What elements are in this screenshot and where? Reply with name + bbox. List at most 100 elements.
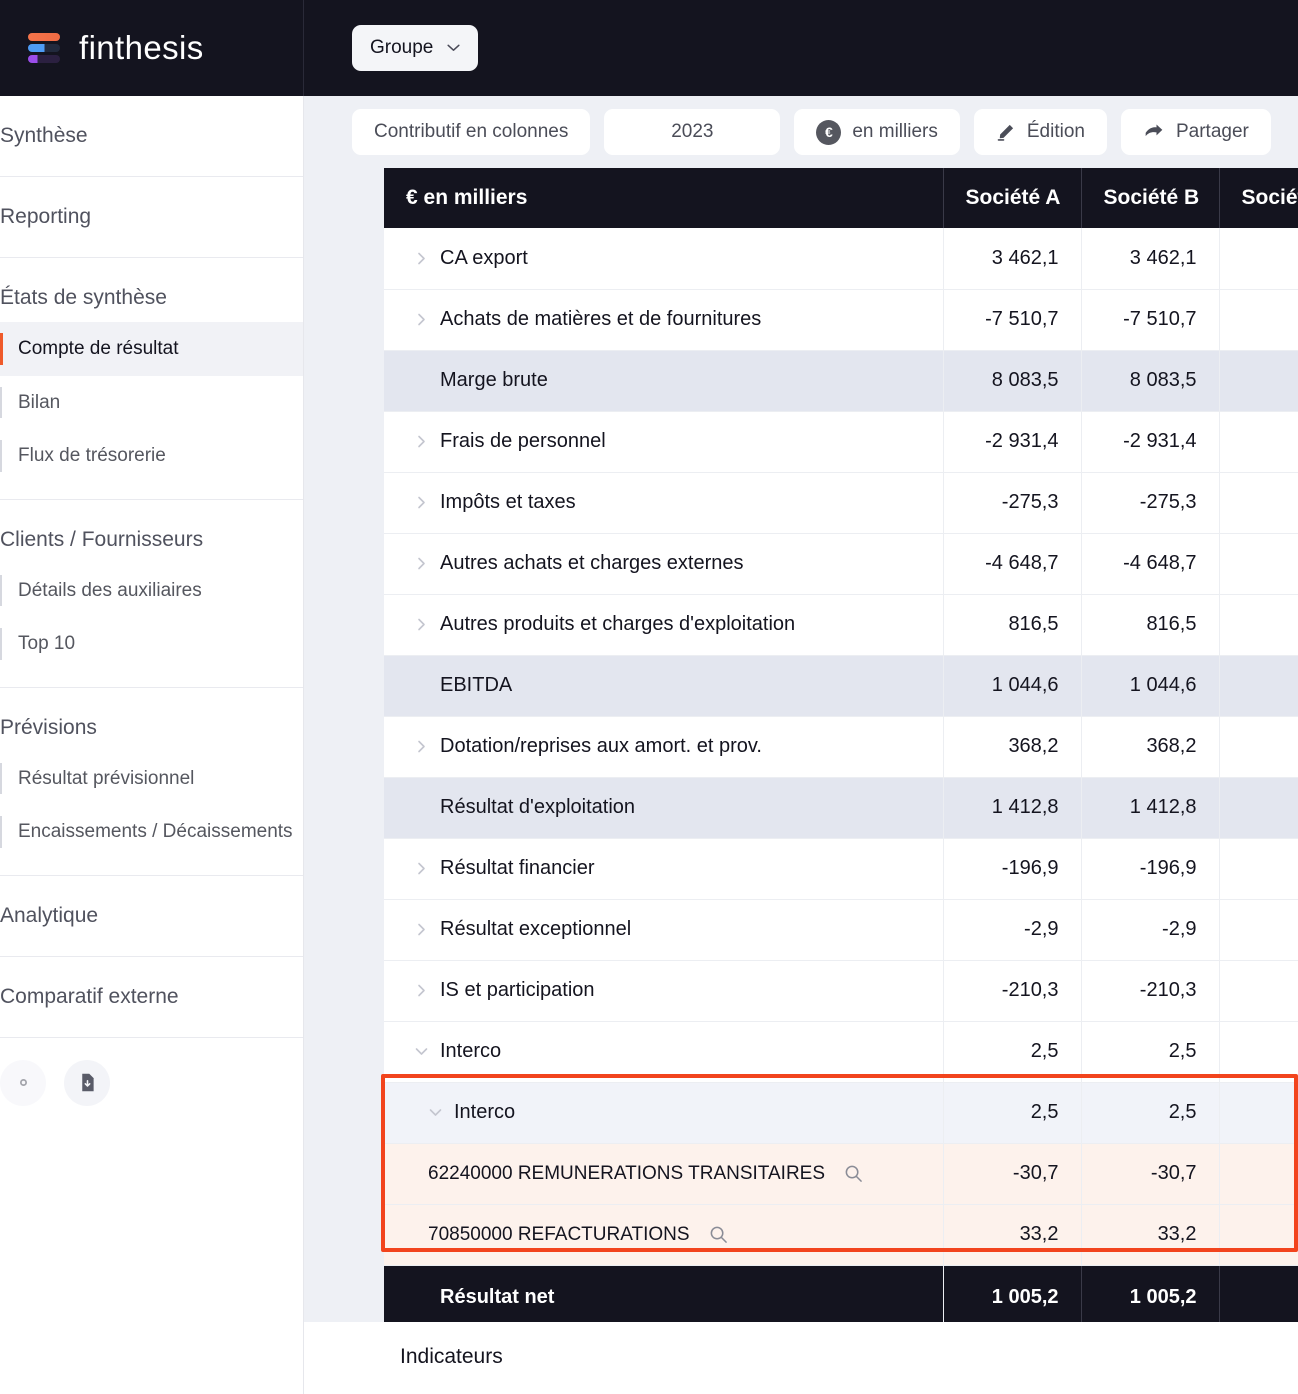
cell-societe-c bbox=[1219, 1082, 1298, 1144]
search-icon[interactable] bbox=[709, 1225, 728, 1244]
view-mode-button[interactable]: Contributif en colonnes bbox=[352, 109, 591, 155]
share-button[interactable]: Partager bbox=[1120, 109, 1271, 155]
sidebar-item-reporting[interactable]: Reporting bbox=[0, 191, 303, 241]
share-label: Partager bbox=[1175, 121, 1249, 142]
row-label-cell: Résultat financier bbox=[384, 838, 944, 900]
chevron-down-icon[interactable] bbox=[420, 1106, 450, 1119]
cell-societe-a: 1 044,6 bbox=[943, 655, 1082, 717]
sidebar-item-encaissements-decaissements[interactable]: Encaissements / Décaissements bbox=[0, 805, 303, 859]
cell-societe-c bbox=[1219, 899, 1298, 961]
row-label-cell: Dotation/reprises aux amort. et prov. bbox=[384, 716, 944, 778]
row-label-cell: 62240000 REMUNERATIONS TRANSITAIRES bbox=[384, 1143, 944, 1205]
report-toolbar: Contributif en colonnes 2023 € en millie… bbox=[304, 96, 1298, 168]
scope-selector[interactable]: Groupe bbox=[352, 25, 479, 71]
chevron-right-icon[interactable] bbox=[406, 557, 436, 570]
row-label: Interco bbox=[454, 1101, 516, 1123]
column-header-societe-c: Société bbox=[1219, 168, 1298, 228]
financial-table-container: € en milliers Société A Société B Sociét… bbox=[384, 168, 1298, 1329]
top-bar: finthesis Groupe bbox=[0, 0, 1298, 96]
table-row[interactable]: Achats de matières et de fournitures -7 … bbox=[384, 289, 1298, 351]
cell-societe-a: -4 648,7 bbox=[943, 533, 1082, 595]
table-row-total[interactable]: Résultat net 1 005,2 1 005,2 bbox=[384, 1265, 1298, 1329]
cell-societe-c bbox=[1219, 960, 1298, 1022]
table-row-subtotal[interactable]: EBITDA 1 044,6 1 044,6 bbox=[384, 655, 1298, 717]
cell-societe-c bbox=[1219, 411, 1298, 473]
cell-societe-b: 3 462,1 bbox=[1081, 228, 1220, 290]
table-header-row: € en milliers Société A Société B Sociét… bbox=[384, 168, 1298, 228]
chevron-right-icon[interactable] bbox=[406, 618, 436, 631]
main-content: Contributif en colonnes 2023 € en millie… bbox=[304, 96, 1298, 1394]
cell-societe-a: 2,5 bbox=[943, 1021, 1082, 1083]
row-label-cell: Frais de personnel bbox=[384, 411, 944, 473]
cell-societe-c bbox=[1219, 1204, 1298, 1266]
row-label-cell: Résultat net bbox=[384, 1265, 944, 1329]
table-row-subtotal[interactable]: Marge brute 8 083,5 8 083,5 bbox=[384, 350, 1298, 412]
year-button[interactable]: 2023 bbox=[604, 109, 781, 155]
row-label-cell: Résultat d'exploitation bbox=[384, 777, 944, 839]
table-row[interactable]: Résultat exceptionnel -2,9 -2,9 bbox=[384, 899, 1298, 961]
file-download-button[interactable] bbox=[64, 1059, 110, 1106]
cell-societe-b: 1 412,8 bbox=[1081, 777, 1220, 839]
row-label-cell: IS et participation bbox=[384, 960, 944, 1022]
sidebar-content: Synthèse Reporting États de synthèse Com… bbox=[0, 96, 303, 1128]
table-row[interactable]: Autres achats et charges externes -4 648… bbox=[384, 533, 1298, 595]
cell-societe-a: 8 083,5 bbox=[943, 350, 1082, 412]
table-row[interactable]: IS et participation -210,3 -210,3 bbox=[384, 960, 1298, 1022]
table-row-account[interactable]: 70850000 REFACTURATIONS 33,2 33,2 bbox=[384, 1204, 1298, 1266]
table-row[interactable]: Frais de personnel -2 931,4 -2 931,4 bbox=[384, 411, 1298, 473]
financial-table: € en milliers Société A Société B Sociét… bbox=[384, 168, 1298, 1329]
table-row-interco-sub[interactable]: Interco 2,5 2,5 bbox=[384, 1082, 1298, 1144]
sidebar-item-compte-de-resultat[interactable]: Compte de résultat bbox=[0, 322, 303, 376]
row-label-cell: EBITDA bbox=[384, 655, 944, 717]
row-label: Frais de personnel bbox=[440, 430, 606, 452]
nav-group-previsions: Prévisions Résultat prévisionnel Encaiss… bbox=[0, 688, 303, 876]
cell-societe-b: -275,3 bbox=[1081, 472, 1220, 534]
nav-group-etats-de-synthese: États de synthèse Compte de résultat Bil… bbox=[0, 258, 303, 500]
sidebar-item-analytique[interactable]: Analytique bbox=[0, 890, 303, 940]
chevron-right-icon[interactable] bbox=[406, 740, 436, 753]
search-icon[interactable] bbox=[844, 1164, 863, 1183]
chevron-right-icon[interactable] bbox=[406, 435, 436, 448]
cell-societe-b: -196,9 bbox=[1081, 838, 1220, 900]
cell-societe-c bbox=[1219, 472, 1298, 534]
chevron-right-icon[interactable] bbox=[406, 923, 436, 936]
chevron-right-icon[interactable] bbox=[406, 984, 436, 997]
table-row-subtotal[interactable]: Résultat d'exploitation 1 412,8 1 412,8 bbox=[384, 777, 1298, 839]
cell-societe-a: 33,2 bbox=[943, 1204, 1082, 1266]
sidebar-item-details-des-auxiliaires[interactable]: Détails des auxiliaires bbox=[0, 564, 303, 618]
chevron-right-icon[interactable] bbox=[406, 252, 436, 265]
table-row[interactable]: CA export 3 462,1 3 462,1 bbox=[384, 228, 1298, 290]
edition-button[interactable]: Édition bbox=[973, 109, 1107, 155]
settings-icon bbox=[19, 1079, 27, 1087]
cell-societe-a: 816,5 bbox=[943, 594, 1082, 656]
sidebar-footer-button-partial[interactable] bbox=[0, 1059, 46, 1106]
chevron-right-icon[interactable] bbox=[406, 313, 436, 326]
unit-button[interactable]: € en milliers bbox=[794, 109, 960, 155]
table-row[interactable]: Dotation/reprises aux amort. et prov. 36… bbox=[384, 716, 1298, 778]
sidebar-item-synthese[interactable]: Synthèse bbox=[0, 110, 303, 160]
table-row[interactable]: Autres produits et charges d'exploitatio… bbox=[384, 594, 1298, 656]
cell-societe-a: 2,5 bbox=[943, 1082, 1082, 1144]
cell-societe-c bbox=[1219, 228, 1298, 290]
chevron-right-icon[interactable] bbox=[406, 496, 436, 509]
nav-group-reporting: Reporting bbox=[0, 177, 303, 258]
sidebar-item-comparatif-externe[interactable]: Comparatif externe bbox=[0, 971, 303, 1021]
chevron-down-icon[interactable] bbox=[406, 1045, 436, 1058]
row-label-cell: CA export bbox=[384, 228, 944, 290]
sidebar-item-flux-de-tresorerie[interactable]: Flux de trésorerie bbox=[0, 429, 303, 483]
cell-societe-a: -2,9 bbox=[943, 899, 1082, 961]
sidebar-item-top-10[interactable]: Top 10 bbox=[0, 617, 303, 671]
cell-societe-c bbox=[1219, 655, 1298, 717]
row-label: Résultat exceptionnel bbox=[440, 918, 632, 940]
table-row-interco[interactable]: Interco 2,5 2,5 bbox=[384, 1021, 1298, 1083]
chevron-right-icon[interactable] bbox=[406, 862, 436, 875]
table-row[interactable]: Résultat financier -196,9 -196,9 bbox=[384, 838, 1298, 900]
cell-societe-b: -2 931,4 bbox=[1081, 411, 1220, 473]
table-row-account[interactable]: 62240000 REMUNERATIONS TRANSITAIRES -30,… bbox=[384, 1143, 1298, 1205]
cell-societe-b: -7 510,7 bbox=[1081, 289, 1220, 351]
table-row[interactable]: Impôts et taxes -275,3 -275,3 bbox=[384, 472, 1298, 534]
row-label-cell: 70850000 REFACTURATIONS bbox=[384, 1204, 944, 1266]
sidebar-item-resultat-previsionnel[interactable]: Résultat prévisionnel bbox=[0, 752, 303, 806]
row-label: Résultat financier bbox=[440, 857, 595, 879]
sidebar-item-bilan[interactable]: Bilan bbox=[0, 376, 303, 430]
